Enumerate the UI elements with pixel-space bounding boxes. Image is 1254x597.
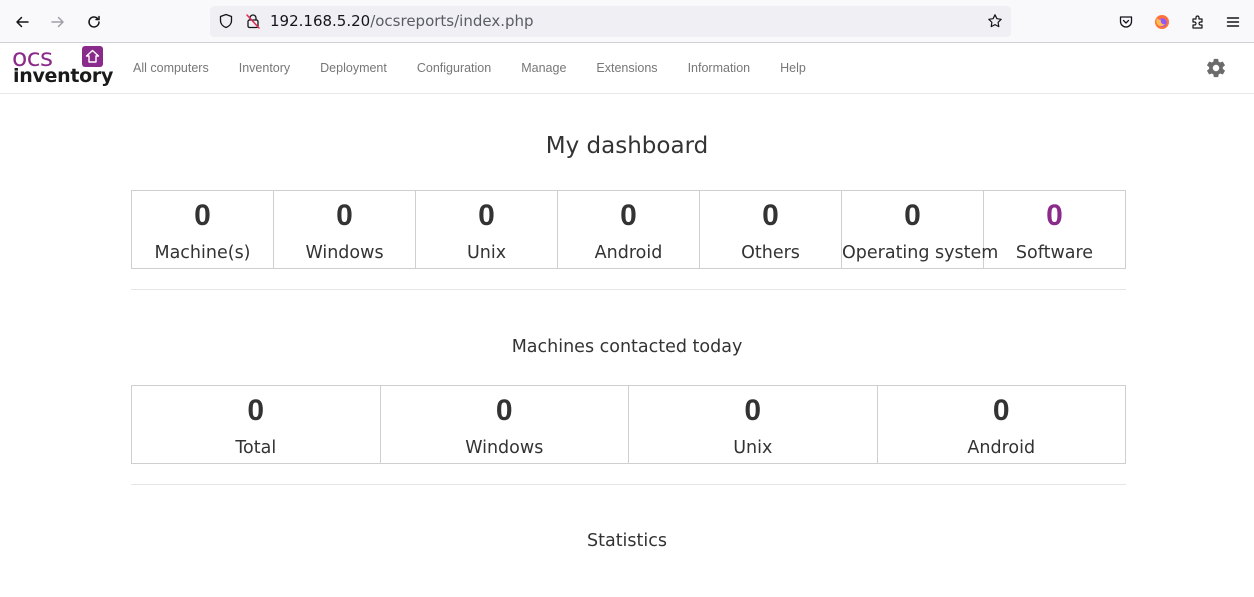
section-divider (131, 484, 1126, 485)
pocket-button[interactable] (1112, 8, 1140, 36)
browser-toolbar: 192.168.5.20/ocsreports/index.php (0, 0, 1254, 43)
stat-label: Android (967, 438, 1036, 458)
stat-label: Android (594, 243, 663, 263)
contacted-windows[interactable]: 0 Windows (381, 386, 629, 463)
ocs-inventory-logo[interactable]: ocs inventory (12, 43, 113, 89)
stat-label: Operating system (842, 243, 999, 263)
stat-label: Total (235, 438, 277, 458)
gear-icon[interactable] (1205, 57, 1227, 79)
menu-configuration[interactable]: Configuration (402, 43, 506, 93)
menu-all-computers[interactable]: All computers (118, 43, 224, 93)
stat-label: Windows (465, 438, 544, 458)
menu-information[interactable]: Information (673, 43, 766, 93)
extensions-button[interactable] (1184, 8, 1212, 36)
back-button[interactable] (8, 8, 36, 36)
stat-label: Software (1015, 243, 1094, 263)
stat-value: 0 (620, 199, 637, 232)
contacted-today-title: Machines contacted today (511, 337, 743, 357)
address-bar[interactable]: 192.168.5.20/ocsreports/index.php (210, 6, 1011, 37)
arrow-right-icon (51, 16, 64, 28)
page-title: My dashboard (545, 133, 709, 159)
stat-label: Unix (466, 243, 507, 263)
pocket-icon (1119, 16, 1133, 28)
contacted-total[interactable]: 0 Total (132, 386, 381, 463)
menu-extensions[interactable]: Extensions (581, 43, 672, 93)
firefox-icon (1155, 15, 1169, 29)
menu-deployment[interactable]: Deployment (305, 43, 402, 93)
logo-text-bottom: inventory (13, 65, 114, 87)
insecure-lock-icon[interactable] (245, 13, 261, 29)
summary-stats-table: 0 Machine(s) 0 Windows 0 Unix 0 Android … (131, 190, 1126, 269)
menu-inventory[interactable]: Inventory (224, 43, 305, 93)
url-host: 192.168.5.20 (270, 12, 371, 30)
stat-others[interactable]: 0 Others (700, 191, 842, 268)
contacted-android[interactable]: 0 Android (878, 386, 1126, 463)
stat-value[interactable]: 0 (984, 199, 1125, 233)
logo-box (82, 46, 103, 67)
forward-button[interactable] (44, 8, 72, 36)
stat-android[interactable]: 0 Android (558, 191, 700, 268)
stat-operating-system[interactable]: 0 Operating system (842, 191, 999, 268)
stat-value: 0 (992, 394, 1010, 427)
bookmark-star-icon[interactable] (987, 13, 1003, 29)
firefox-account-button[interactable] (1148, 8, 1176, 36)
stat-value: 0 (478, 199, 495, 232)
stat-machines[interactable]: 0 Machine(s) (132, 191, 274, 268)
reload-button[interactable] (80, 8, 108, 36)
stat-software[interactable]: 0 Software (984, 191, 1125, 268)
statistics-title: Statistics (587, 531, 667, 551)
menu-help[interactable]: Help (765, 43, 821, 93)
stat-value: 0 (194, 199, 211, 232)
puzzle-icon (1192, 15, 1203, 29)
stat-value: 0 (744, 394, 762, 427)
stat-value: 0 (904, 199, 921, 232)
stat-value: 0 (336, 199, 353, 232)
section-divider (131, 289, 1126, 290)
shield-icon[interactable] (218, 13, 234, 29)
url-text[interactable]: 192.168.5.20/ocsreports/index.php (270, 13, 534, 30)
stat-label: Machine(s) (154, 243, 251, 263)
app-menu-button[interactable] (1219, 8, 1247, 36)
arrow-left-icon (16, 16, 29, 28)
stat-label: Unix (733, 438, 773, 458)
contacted-unix[interactable]: 0 Unix (629, 386, 878, 463)
url-path: /ocsreports/index.php (370, 12, 534, 30)
app-navbar: ocs inventory All computers Inventory De… (0, 43, 1254, 94)
reload-icon (88, 15, 100, 28)
stat-value: 0 (247, 394, 265, 427)
stat-unix[interactable]: 0 Unix (416, 191, 558, 268)
contacted-stats-table: 0 Total 0 Windows 0 Unix 0 Android (131, 385, 1126, 464)
stat-windows[interactable]: 0 Windows (274, 191, 416, 268)
main-menu: All computers Inventory Deployment Confi… (118, 43, 821, 93)
hamburger-menu-icon (1226, 17, 1240, 27)
stat-value: 0 (495, 394, 513, 427)
menu-manage[interactable]: Manage (506, 43, 581, 93)
house-icon (85, 49, 100, 63)
stat-label: Others (741, 243, 800, 263)
stat-label: Windows (305, 243, 384, 263)
stat-value: 0 (762, 199, 779, 232)
